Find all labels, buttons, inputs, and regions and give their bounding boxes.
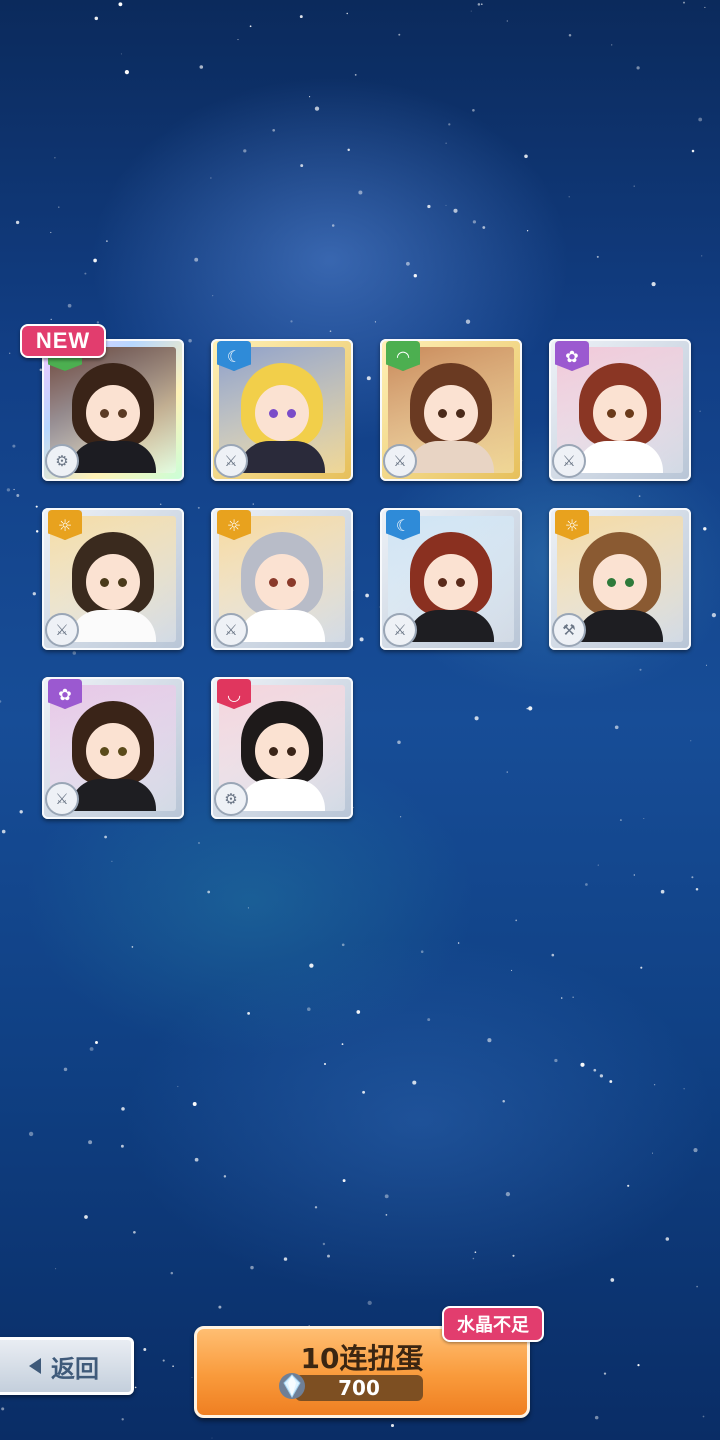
character-face bbox=[86, 554, 140, 610]
result-card-4[interactable]: ✿ ⚔ bbox=[549, 339, 691, 481]
character-eye bbox=[118, 578, 127, 587]
character-outfit bbox=[577, 610, 663, 642]
character-outfit bbox=[239, 441, 325, 473]
sword-icon: ⚔ bbox=[383, 613, 417, 647]
character-eye bbox=[100, 578, 109, 587]
character-outfit bbox=[70, 610, 156, 642]
character-eye bbox=[118, 747, 127, 756]
character-face bbox=[424, 385, 478, 441]
sword-icon: ⚔ bbox=[214, 613, 248, 647]
character-outfit bbox=[408, 441, 494, 473]
character-eye bbox=[100, 747, 109, 756]
gacha-cost-value: 700 bbox=[338, 1376, 380, 1400]
character-eye bbox=[625, 578, 634, 587]
character-face bbox=[86, 723, 140, 779]
result-card-10[interactable]: ◡ ⚙ bbox=[211, 677, 353, 819]
character-outfit bbox=[239, 610, 325, 642]
character-outfit bbox=[70, 779, 156, 811]
character-eye bbox=[607, 409, 616, 418]
character-face bbox=[255, 723, 309, 779]
insufficient-crystal-badge: 水晶不足 bbox=[442, 1306, 544, 1342]
result-card-2[interactable]: ☾ ⚔ bbox=[211, 339, 353, 481]
character-face bbox=[255, 385, 309, 441]
character-face bbox=[593, 385, 647, 441]
character-eye bbox=[287, 747, 296, 756]
character-eye bbox=[269, 409, 278, 418]
character-eye bbox=[269, 578, 278, 587]
hammer-icon: ⚒ bbox=[552, 613, 586, 647]
character-eye bbox=[625, 409, 634, 418]
result-card-7[interactable]: ☾ ⚔ bbox=[380, 508, 522, 650]
gacha-button-label: 10连扭蛋 bbox=[300, 1342, 424, 1375]
gear-icon: ⚙ bbox=[45, 444, 79, 478]
character-eye bbox=[269, 747, 278, 756]
character-eye bbox=[456, 578, 465, 587]
result-card-3[interactable]: ◠ ⚔ bbox=[380, 339, 522, 481]
character-eye bbox=[287, 409, 296, 418]
character-face bbox=[86, 385, 140, 441]
character-outfit bbox=[239, 779, 325, 811]
character-face bbox=[255, 554, 309, 610]
result-card-grid: ◠⚙☾⚔◠⚔✿⚔☼⚔☼⚔☾⚔☼⚒✿⚔◡⚙ bbox=[0, 0, 720, 1440]
back-button-label: 返回 bbox=[51, 1354, 99, 1383]
crystal-icon bbox=[279, 1373, 305, 1399]
character-outfit bbox=[577, 441, 663, 473]
sword-icon: ⚔ bbox=[45, 782, 79, 816]
character-eye bbox=[100, 409, 109, 418]
sword-icon: ⚔ bbox=[552, 444, 586, 478]
character-outfit bbox=[408, 610, 494, 642]
gear-icon: ⚙ bbox=[214, 782, 248, 816]
character-face bbox=[424, 554, 478, 610]
character-eye bbox=[607, 578, 616, 587]
sword-icon: ⚔ bbox=[45, 613, 79, 647]
back-button[interactable]: 返回 bbox=[0, 1337, 134, 1395]
result-card-8[interactable]: ☼ ⚒ bbox=[549, 508, 691, 650]
result-card-6[interactable]: ☼ ⚔ bbox=[211, 508, 353, 650]
gacha-cost: 700 bbox=[279, 1373, 423, 1401]
character-eye bbox=[287, 578, 296, 587]
sword-icon: ⚔ bbox=[383, 444, 417, 478]
character-eye bbox=[456, 409, 465, 418]
character-eye bbox=[118, 409, 127, 418]
result-card-5[interactable]: ☼ ⚔ bbox=[42, 508, 184, 650]
new-label: NEW bbox=[20, 324, 106, 358]
character-eye bbox=[438, 409, 447, 418]
result-card-9[interactable]: ✿ ⚔ bbox=[42, 677, 184, 819]
character-eye bbox=[438, 578, 447, 587]
back-arrow-icon bbox=[29, 1358, 41, 1374]
character-face bbox=[593, 554, 647, 610]
sword-icon: ⚔ bbox=[214, 444, 248, 478]
result-card-1[interactable]: ◠⚙ bbox=[42, 339, 184, 481]
character-outfit bbox=[70, 441, 156, 473]
